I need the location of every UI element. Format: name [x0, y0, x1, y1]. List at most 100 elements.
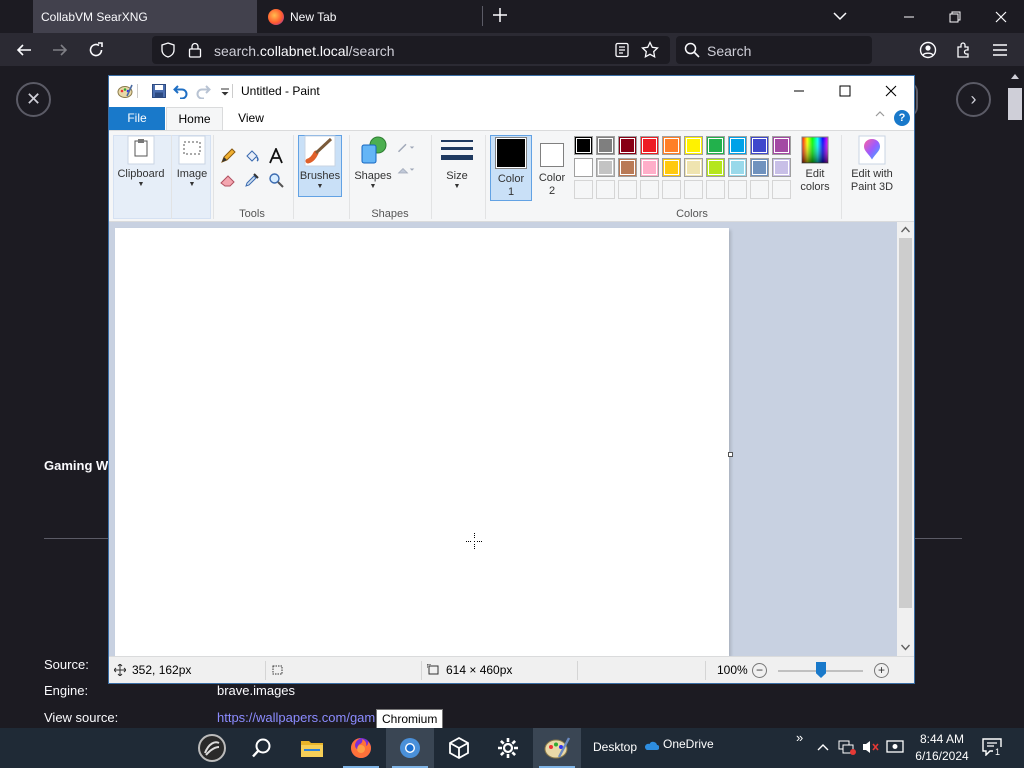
zoom-slider-thumb[interactable] — [816, 662, 826, 678]
magnifier-tool[interactable] — [267, 171, 285, 189]
custom-color-slot[interactable] — [728, 180, 747, 199]
custom-color-slot[interactable] — [618, 180, 637, 199]
resize-handle-right[interactable] — [728, 452, 733, 457]
virtualbox-taskbar-button[interactable] — [435, 728, 483, 768]
shield-icon[interactable] — [160, 42, 176, 58]
screen-capture-icon[interactable] — [886, 739, 904, 755]
palette-swatch[interactable] — [728, 136, 747, 155]
scroll-up-arrow[interactable] — [901, 226, 910, 233]
palette-swatch[interactable] — [706, 158, 725, 177]
network-icon[interactable] — [838, 739, 856, 755]
eraser-tool[interactable] — [219, 171, 237, 189]
page-scrollbar[interactable] — [1006, 66, 1024, 728]
palette-swatch[interactable] — [596, 136, 615, 155]
drawing-canvas[interactable] — [115, 228, 729, 656]
custom-color-slot[interactable] — [662, 180, 681, 199]
volume-muted-icon[interactable] — [862, 739, 880, 755]
palette-swatch[interactable] — [662, 136, 681, 155]
custom-color-slot[interactable] — [640, 180, 659, 199]
onedrive-label[interactable]: OneDrive — [663, 737, 714, 751]
menu-button[interactable] — [988, 38, 1012, 62]
search-input[interactable]: Search — [676, 36, 872, 64]
paint-minimize-button[interactable] — [776, 76, 822, 106]
shapes-button[interactable]: Shapes ▼ — [351, 135, 395, 191]
palette-swatch[interactable] — [750, 158, 769, 177]
lock-icon[interactable] — [188, 42, 202, 58]
chromium-taskbar-button[interactable] — [386, 728, 434, 768]
palette-swatch[interactable] — [750, 136, 769, 155]
list-all-tabs-button[interactable] — [830, 6, 850, 26]
palette-swatch[interactable] — [728, 158, 747, 177]
scrollbar-thumb[interactable] — [1008, 88, 1022, 120]
help-button[interactable]: ? — [894, 110, 910, 126]
file-explorer-button[interactable] — [288, 728, 336, 768]
brushes-button[interactable]: Brushes ▼ — [298, 135, 342, 191]
image-button[interactable]: Image ▼ — [173, 135, 211, 189]
text-tool[interactable] — [267, 147, 285, 165]
palette-swatch[interactable] — [662, 158, 681, 177]
tab-new-tab[interactable]: New Tab — [258, 0, 482, 33]
palette-swatch[interactable] — [618, 158, 637, 177]
tab-collabvm-searxng[interactable]: CollabVM SearXNG — [33, 0, 257, 33]
collapse-ribbon-button[interactable] — [875, 110, 885, 121]
fill-button[interactable] — [397, 161, 415, 179]
new-tab-button[interactable] — [488, 4, 512, 28]
palette-swatch[interactable] — [772, 158, 791, 177]
back-button[interactable] — [12, 38, 36, 62]
pencil-tool[interactable] — [219, 147, 237, 165]
reload-button[interactable] — [84, 38, 108, 62]
palette-swatch[interactable] — [640, 158, 659, 177]
search-button[interactable] — [238, 728, 286, 768]
palette-swatch[interactable] — [574, 136, 593, 155]
tab-home[interactable]: Home — [166, 107, 223, 130]
paint-maximize-button[interactable] — [822, 76, 868, 106]
forward-button[interactable] — [48, 38, 72, 62]
redo-icon[interactable] — [195, 83, 211, 99]
scroll-up-arrow[interactable] — [1011, 74, 1019, 79]
notifications-button[interactable]: 1 — [982, 738, 1004, 758]
paint-taskbar-button[interactable] — [533, 728, 581, 768]
palette-swatch[interactable] — [596, 158, 615, 177]
close-window-button[interactable] — [978, 0, 1024, 33]
tab-file[interactable]: File — [109, 107, 165, 130]
restore-button[interactable] — [932, 0, 978, 33]
address-bar[interactable]: search.collabnet.local/search — [152, 36, 670, 64]
zoom-out-button[interactable]: − — [752, 663, 767, 678]
edit-with-paint3d-button[interactable]: Edit with Paint 3D — [845, 135, 899, 194]
system-clock[interactable]: 8:44 AM 6/16/2024 — [912, 731, 972, 765]
clipboard-button[interactable]: Clipboard ▼ — [114, 135, 168, 189]
palette-swatch[interactable] — [772, 136, 791, 155]
scrollbar-thumb[interactable] — [899, 238, 912, 608]
start-button[interactable] — [188, 728, 236, 768]
canvas-vertical-scrollbar[interactable] — [897, 222, 914, 656]
outline-button[interactable] — [397, 139, 415, 157]
zoom-in-button[interactable]: + — [874, 663, 889, 678]
toolbar-overflow-button[interactable]: » — [796, 730, 803, 745]
palette-swatch[interactable] — [640, 136, 659, 155]
paint-app-icon[interactable] — [117, 83, 133, 99]
palette-swatch[interactable] — [684, 158, 703, 177]
view-source-link[interactable]: https://wallpapers.com/gam — [217, 710, 375, 725]
customize-quick-access-icon[interactable] — [217, 83, 233, 99]
firefox-taskbar-button[interactable] — [337, 728, 385, 768]
extensions-button[interactable] — [952, 38, 976, 62]
close-preview-button[interactable]: ✕ — [16, 82, 51, 117]
bookmark-star-icon[interactable] — [641, 41, 659, 59]
custom-color-slot[interactable] — [750, 180, 769, 199]
custom-color-slot[interactable] — [684, 180, 703, 199]
custom-color-slot[interactable] — [596, 180, 615, 199]
custom-color-slot[interactable] — [772, 180, 791, 199]
scroll-down-arrow[interactable] — [901, 644, 910, 651]
result-title[interactable]: Gaming W — [44, 458, 108, 473]
tab-view[interactable]: View — [227, 107, 275, 130]
paint-titlebar[interactable]: Untitled - Paint — [109, 76, 914, 106]
palette-swatch[interactable] — [618, 136, 637, 155]
palette-swatch[interactable] — [574, 158, 593, 177]
settings-taskbar-button[interactable] — [484, 728, 532, 768]
onedrive-icon[interactable] — [643, 740, 659, 751]
size-button[interactable]: Size ▼ — [435, 135, 479, 191]
next-image-button[interactable]: › — [956, 82, 991, 117]
palette-swatch[interactable] — [706, 136, 725, 155]
edit-colors-button[interactable]: Edit colors — [793, 135, 837, 194]
custom-color-slot[interactable] — [706, 180, 725, 199]
